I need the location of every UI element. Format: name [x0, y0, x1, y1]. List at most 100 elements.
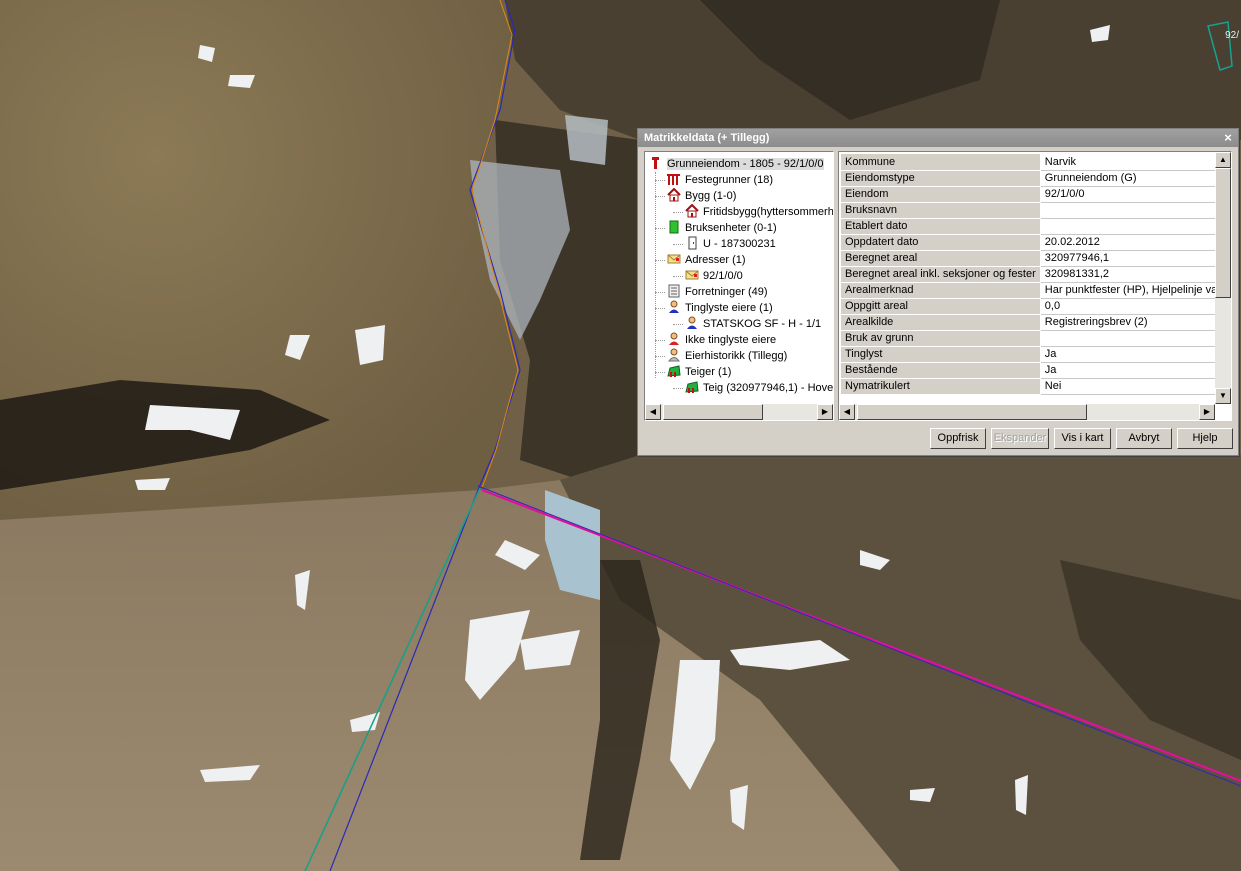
tree-item[interactable]: U - 187300231	[685, 236, 776, 252]
property-row[interactable]: Eiendomstype Grunneiendom (G)	[841, 170, 1223, 187]
help-button[interactable]: Hjelp	[1177, 428, 1233, 449]
matrikkeldata-window: Matrikkeldata (+ Tillegg) × Grunneiendom…	[637, 128, 1239, 456]
tree-connector	[655, 372, 665, 373]
envelope-icon	[667, 252, 681, 266]
property-row[interactable]: Eiendom 92/1/0/0	[841, 186, 1223, 203]
tree-item-label: Eierhistorikk (Tillegg)	[685, 350, 788, 362]
property-value: Har punktfester (HP), Hjelpelinje vann	[1040, 282, 1223, 299]
property-value	[1040, 218, 1223, 235]
property-value: 20.02.2012	[1040, 234, 1223, 251]
property-panel[interactable]: Kommune Narvik Eiendomstype Grunneiendom (G…	[838, 151, 1232, 421]
tree-item[interactable]: Bruksenheter (0-1)	[667, 220, 777, 236]
property-icon	[649, 156, 663, 170]
tree-item-label: Bruksenheter (0-1)	[685, 222, 777, 234]
door-icon	[685, 236, 699, 250]
property-value: Nei	[1040, 378, 1223, 395]
scroll-left-icon[interactable]: ◀	[645, 404, 661, 420]
tree-item-label: Teig (320977946,1) - Hovedte	[703, 382, 834, 394]
property-horizontal-scrollbar[interactable]: ◀ ▶	[839, 404, 1215, 420]
scroll-down-icon[interactable]: ▼	[1215, 388, 1231, 404]
tree-item[interactable]: Grunneiendom - 1805 - 92/1/0/0	[649, 156, 824, 172]
property-row[interactable]: Bruksnavn	[841, 202, 1223, 219]
tree-connector	[655, 308, 665, 309]
tree-item[interactable]: Ikke tinglyste eiere	[667, 332, 776, 348]
tree-connector	[655, 340, 665, 341]
property-row[interactable]: Bruk av grunn	[841, 330, 1223, 347]
property-value: Registreringsbrev (2)	[1040, 314, 1223, 331]
tree-item-label: Adresser (1)	[685, 254, 746, 266]
unit-icon	[667, 220, 681, 234]
property-key: Eiendom	[841, 186, 1041, 203]
property-row[interactable]: Etablert dato	[841, 218, 1223, 235]
property-value	[1040, 330, 1223, 347]
tree-item-label: Bygg (1-0)	[685, 190, 737, 202]
property-value: 92/1/0/0	[1040, 186, 1223, 203]
house-icon	[685, 203, 699, 218]
tree-item[interactable]: Adresser (1)	[667, 252, 746, 268]
property-value: Grunneiendom (G)	[1040, 170, 1223, 187]
tree-item-label: STATSKOG SF - H - 1/1	[703, 318, 822, 330]
tree-connector	[655, 356, 665, 357]
property-row[interactable]: Beregnet areal inkl. seksjoner og fester…	[841, 266, 1223, 283]
tree-panel[interactable]: Grunneiendom - 1805 - 92/1/0/0 Festegrunn…	[644, 151, 834, 421]
scroll-up-icon[interactable]: ▲	[1215, 152, 1231, 168]
property-row[interactable]: Kommune Narvik	[841, 154, 1223, 171]
scroll-left-icon[interactable]: ◀	[839, 404, 855, 420]
property-value: Narvik	[1040, 154, 1223, 171]
show-in-map-button[interactable]: Vis i kart	[1054, 428, 1111, 449]
tree-item[interactable]: STATSKOG SF - H - 1/1	[685, 316, 821, 332]
tree-connector	[655, 196, 665, 197]
property-row[interactable]: Oppdatert dato 20.02.2012	[841, 234, 1223, 251]
property-key: Tinglyst	[841, 346, 1041, 363]
tree-item[interactable]: Festegrunner (18)	[667, 172, 773, 188]
property-key: Etablert dato	[841, 218, 1041, 235]
tree-item[interactable]: Teiger (1)	[667, 364, 731, 380]
property-row[interactable]: Nymatrikulert Nei	[841, 378, 1223, 395]
property-hscroll-thumb[interactable]	[857, 404, 1087, 420]
property-vscroll-thumb[interactable]	[1215, 168, 1231, 298]
property-row[interactable]: Arealmerknad Har punktfester (HP), Hjelpe…	[841, 282, 1223, 299]
tree-connector	[673, 324, 683, 325]
document-icon	[667, 284, 681, 298]
person-red-icon	[667, 332, 681, 346]
cancel-button[interactable]: Avbryt	[1116, 428, 1172, 449]
property-value: Ja	[1040, 346, 1223, 363]
property-value: Ja	[1040, 362, 1223, 379]
property-key: Oppdatert dato	[841, 234, 1041, 251]
house-icon	[667, 187, 681, 202]
tree-connector	[655, 172, 656, 378]
map-parcel-label: 92/	[1225, 30, 1239, 41]
person-icon	[667, 300, 681, 314]
property-key: Bestående	[841, 362, 1041, 379]
tree-item[interactable]: Forretninger (49)	[667, 284, 768, 300]
scroll-right-icon[interactable]: ▶	[1199, 404, 1215, 420]
window-titlebar[interactable]: Matrikkeldata (+ Tillegg) ×	[638, 129, 1238, 147]
property-vertical-scrollbar[interactable]: ▲ ▼	[1215, 152, 1231, 404]
property-row[interactable]: Arealkilde Registreringsbrev (2)	[841, 314, 1223, 331]
tree-item[interactable]: Fritidsbygg(hyttersommerh. ol	[685, 203, 833, 220]
tree-item[interactable]: Eierhistorikk (Tillegg)	[667, 348, 787, 364]
tree-connector	[673, 276, 683, 277]
tree-item-label: Ikke tinglyste eiere	[685, 334, 777, 346]
property-row[interactable]: Tinglyst Ja	[841, 346, 1223, 363]
expand-button[interactable]: Ekspander	[991, 428, 1049, 449]
person-grey-icon	[667, 348, 681, 362]
tree-item[interactable]: Tinglyste eiere (1)	[667, 300, 773, 316]
tree-horizontal-scrollbar[interactable]: ◀ ▶	[645, 404, 833, 420]
tree-item[interactable]: Bygg (1-0)	[667, 187, 737, 204]
tree-connector	[655, 180, 665, 181]
tree-item-label: Grunneiendom - 1805 - 92/1/0/0	[667, 158, 824, 170]
close-icon[interactable]: ×	[1221, 129, 1235, 147]
tree-scroll-thumb[interactable]	[663, 404, 763, 420]
parcel-icon	[685, 380, 699, 394]
property-value	[1040, 202, 1223, 219]
refresh-button[interactable]: Oppfrisk	[930, 428, 986, 449]
tree-item[interactable]: 92/1/0/0	[685, 268, 743, 284]
scroll-right-icon[interactable]: ▶	[817, 404, 833, 420]
tree-item-label: Festegrunner (18)	[685, 174, 774, 186]
person-icon	[685, 316, 699, 330]
property-row[interactable]: Oppgitt areal 0,0	[841, 298, 1223, 315]
property-row[interactable]: Beregnet areal 320977946,1	[841, 250, 1223, 267]
tree-item[interactable]: Teig (320977946,1) - Hovedte	[685, 380, 834, 396]
property-row[interactable]: Bestående Ja	[841, 362, 1223, 379]
